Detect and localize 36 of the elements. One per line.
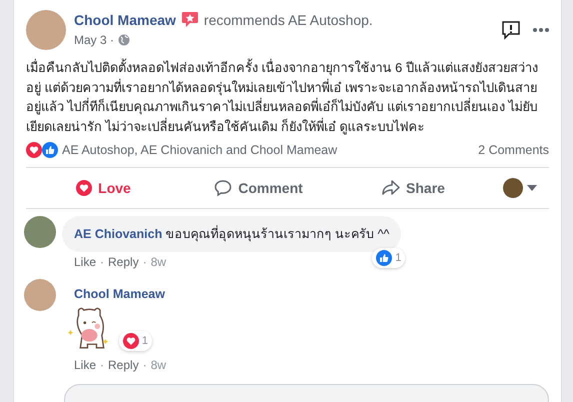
reaction-names[interactable]: AE Autoshop, AE Chiovanich and Chool Mameaw — [62, 143, 478, 157]
reply-link[interactable]: Reply — [108, 255, 139, 269]
like-icon — [376, 250, 392, 266]
separator-dot: · — [100, 358, 104, 372]
commenter-name[interactable]: AE Chiovanich — [74, 227, 162, 241]
author-name[interactable]: Chool Mameaw — [74, 12, 176, 28]
separator-dot: · — [100, 255, 104, 269]
speech-bubble-icon — [214, 179, 232, 197]
comment-text: ขอบคุณที่อุดหนุนร้านเรามากๆ นะครับ ^^ — [166, 227, 390, 241]
love-button[interactable]: Love — [26, 179, 181, 197]
recommendation-text: recommends AE Autoshop. — [204, 12, 373, 28]
report-icon[interactable] — [501, 20, 521, 40]
globe-icon — [118, 34, 130, 46]
reply-link[interactable]: Reply — [108, 358, 139, 372]
comment-time[interactable]: 8w — [150, 358, 166, 372]
like-link[interactable]: Like — [74, 358, 96, 372]
comment-time[interactable]: 8w — [150, 255, 166, 269]
reaction-count-badge[interactable]: 1 — [372, 248, 406, 268]
like-reaction-icon — [42, 142, 58, 158]
love-reaction-icon — [26, 142, 42, 158]
caret-icon[interactable] — [527, 185, 537, 191]
share-button[interactable]: Share — [336, 178, 491, 198]
commenter-avatar[interactable] — [24, 216, 56, 248]
share-arrow-icon — [382, 179, 400, 197]
like-link[interactable]: Like — [74, 255, 96, 269]
commenter-name[interactable]: Chool Mameaw — [62, 279, 177, 303]
more-options-icon[interactable] — [533, 28, 549, 32]
reaction-count-badge[interactable]: 1 — [118, 331, 152, 351]
post-text: เมื่อคืนกลับไปติดตั้งหลอดไฟส่องเท้าอีกครั้ง เนื่องจากอายุการใช้งาน 6 ปีแล้วแต่แสงยังสวยสว่างอยู่ แต่ด้วยความที่เราอยากได้หลอดรุ่นใหม่เลยเข้าไปหาพี่เอ๋ เพราะจะเอากล้องหน้ารถไปเดินสายอยู่แล้ว ไปกี่ทีก็เนียบคุณภาพเกินราคาไม่เปลี่ยนหลอดพี่เอ๋ก็ไม่บังคับ แต่เราอยากเปลี่ยนเอง ไม่ยับเยียดเลยน่ารัก ไม่ว่าจะเปลี่ยนคันหรือใช้คันเดิม ก็ยังให้พี่เอ๋ ดูแลระบบไฟคะ — [25, 58, 539, 136]
separator-dot: · — [142, 255, 147, 269]
profile-avatar[interactable] — [503, 178, 523, 198]
comment-button[interactable]: Comment — [181, 178, 336, 198]
comments-count[interactable]: 2 Comments — [478, 143, 549, 157]
post-date[interactable]: May 3 · — [74, 33, 114, 47]
separator-dot: · — [142, 358, 147, 372]
recommend-star-icon — [180, 11, 199, 28]
